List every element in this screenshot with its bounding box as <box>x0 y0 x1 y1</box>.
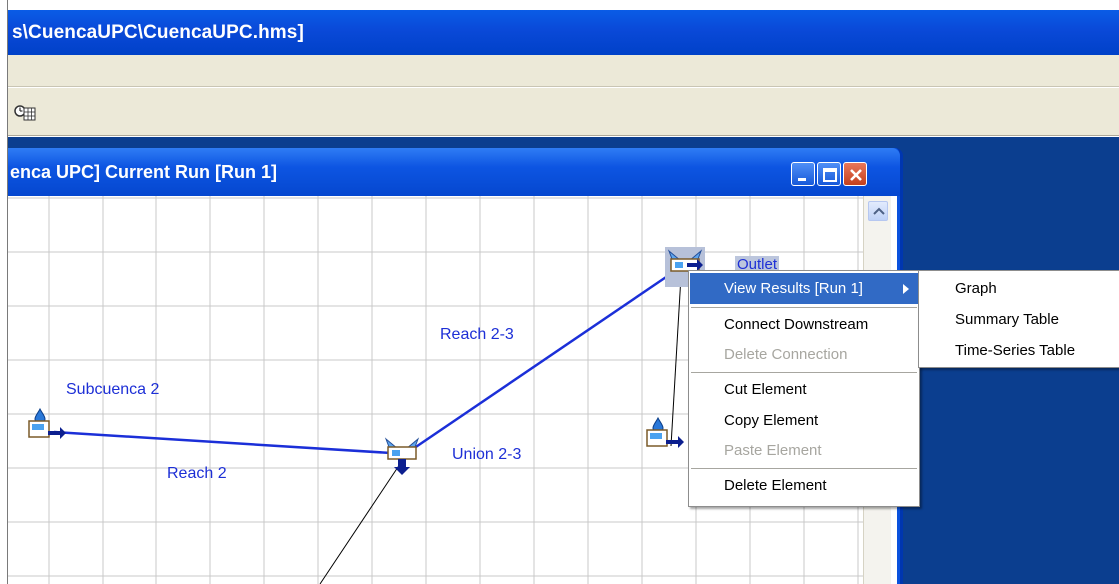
menu-separator <box>691 372 917 373</box>
menu-separator <box>691 307 917 308</box>
menu-separator <box>691 468 917 469</box>
submenu-item-label: Summary Table <box>955 311 1059 328</box>
element-context-menu: View Results [Run 1] Connect Downstream … <box>688 270 920 507</box>
union-2-3-label: Union 2-3 <box>452 446 522 463</box>
subcuenca-2-label: Subcuenca 2 <box>66 381 160 398</box>
menu-item-copy-element[interactable]: Copy Element <box>690 405 918 436</box>
subbasin-icon[interactable] <box>644 416 684 456</box>
submenu-arrow-icon <box>903 284 909 294</box>
menu-bar <box>8 55 1119 87</box>
close-button[interactable] <box>843 162 867 186</box>
menu-item-label: View Results [Run 1] <box>724 280 863 297</box>
toolbar <box>8 88 1119 136</box>
reach-2-line[interactable] <box>53 430 392 455</box>
reach-2-label: Reach 2 <box>167 465 227 482</box>
union-connection-line <box>319 463 401 584</box>
submenu-item-summary-table[interactable]: Summary Table <box>920 305 1119 335</box>
menu-item-cut-element[interactable]: Cut Element <box>690 374 918 405</box>
submenu-item-label: Graph <box>955 280 997 297</box>
maximize-icon <box>823 168 837 182</box>
app-title-bar[interactable]: s\CuencaUPC\CuencaUPC.hms] <box>8 10 1119 55</box>
scroll-up-button[interactable] <box>868 201 888 221</box>
left-window-frame <box>0 0 8 584</box>
view-results-submenu: Graph Summary Table Time-Series Table <box>918 270 1119 368</box>
close-icon <box>850 169 862 181</box>
menu-item-label: Delete Connection <box>724 346 848 363</box>
submenu-item-time-series-table[interactable]: Time-Series Table <box>920 336 1119 366</box>
minimize-button[interactable] <box>791 162 815 186</box>
menu-item-label: Cut Element <box>724 381 807 398</box>
menu-item-label: Connect Downstream <box>724 316 869 333</box>
menu-item-label: Delete Element <box>724 477 827 494</box>
menu-item-view-results[interactable]: View Results [Run 1] <box>690 273 918 304</box>
minimize-icon <box>798 178 806 181</box>
menu-item-connect-downstream[interactable]: Connect Downstream <box>690 309 918 340</box>
reach-2-3-label: Reach 2-3 <box>440 326 514 343</box>
menu-item-label: Copy Element <box>724 412 819 429</box>
junction-icon[interactable] <box>382 435 422 481</box>
app-title: s\CuencaUPC\CuencaUPC.hms] <box>12 22 304 43</box>
basin-window-title: enca UPC] Current Run [Run 1] <box>10 162 278 182</box>
subbasin-icon[interactable] <box>26 407 66 447</box>
submenu-item-label: Time-Series Table <box>955 342 1076 359</box>
submenu-item-graph[interactable]: Graph <box>920 274 1119 304</box>
menu-item-label: Paste Element <box>724 442 822 459</box>
scroll-up-icon <box>873 207 885 215</box>
toolbar-calendar-icon[interactable] <box>14 104 36 122</box>
maximize-button[interactable] <box>817 162 841 186</box>
basin-window-title-bar[interactable]: enca UPC] Current Run [Run 1] <box>8 148 900 196</box>
menu-item-delete-connection[interactable]: Delete Connection <box>690 339 918 370</box>
menu-item-paste-element[interactable]: Paste Element <box>690 435 918 466</box>
reach-2-3-line[interactable] <box>403 269 676 457</box>
menu-item-delete-element[interactable]: Delete Element <box>690 470 918 501</box>
